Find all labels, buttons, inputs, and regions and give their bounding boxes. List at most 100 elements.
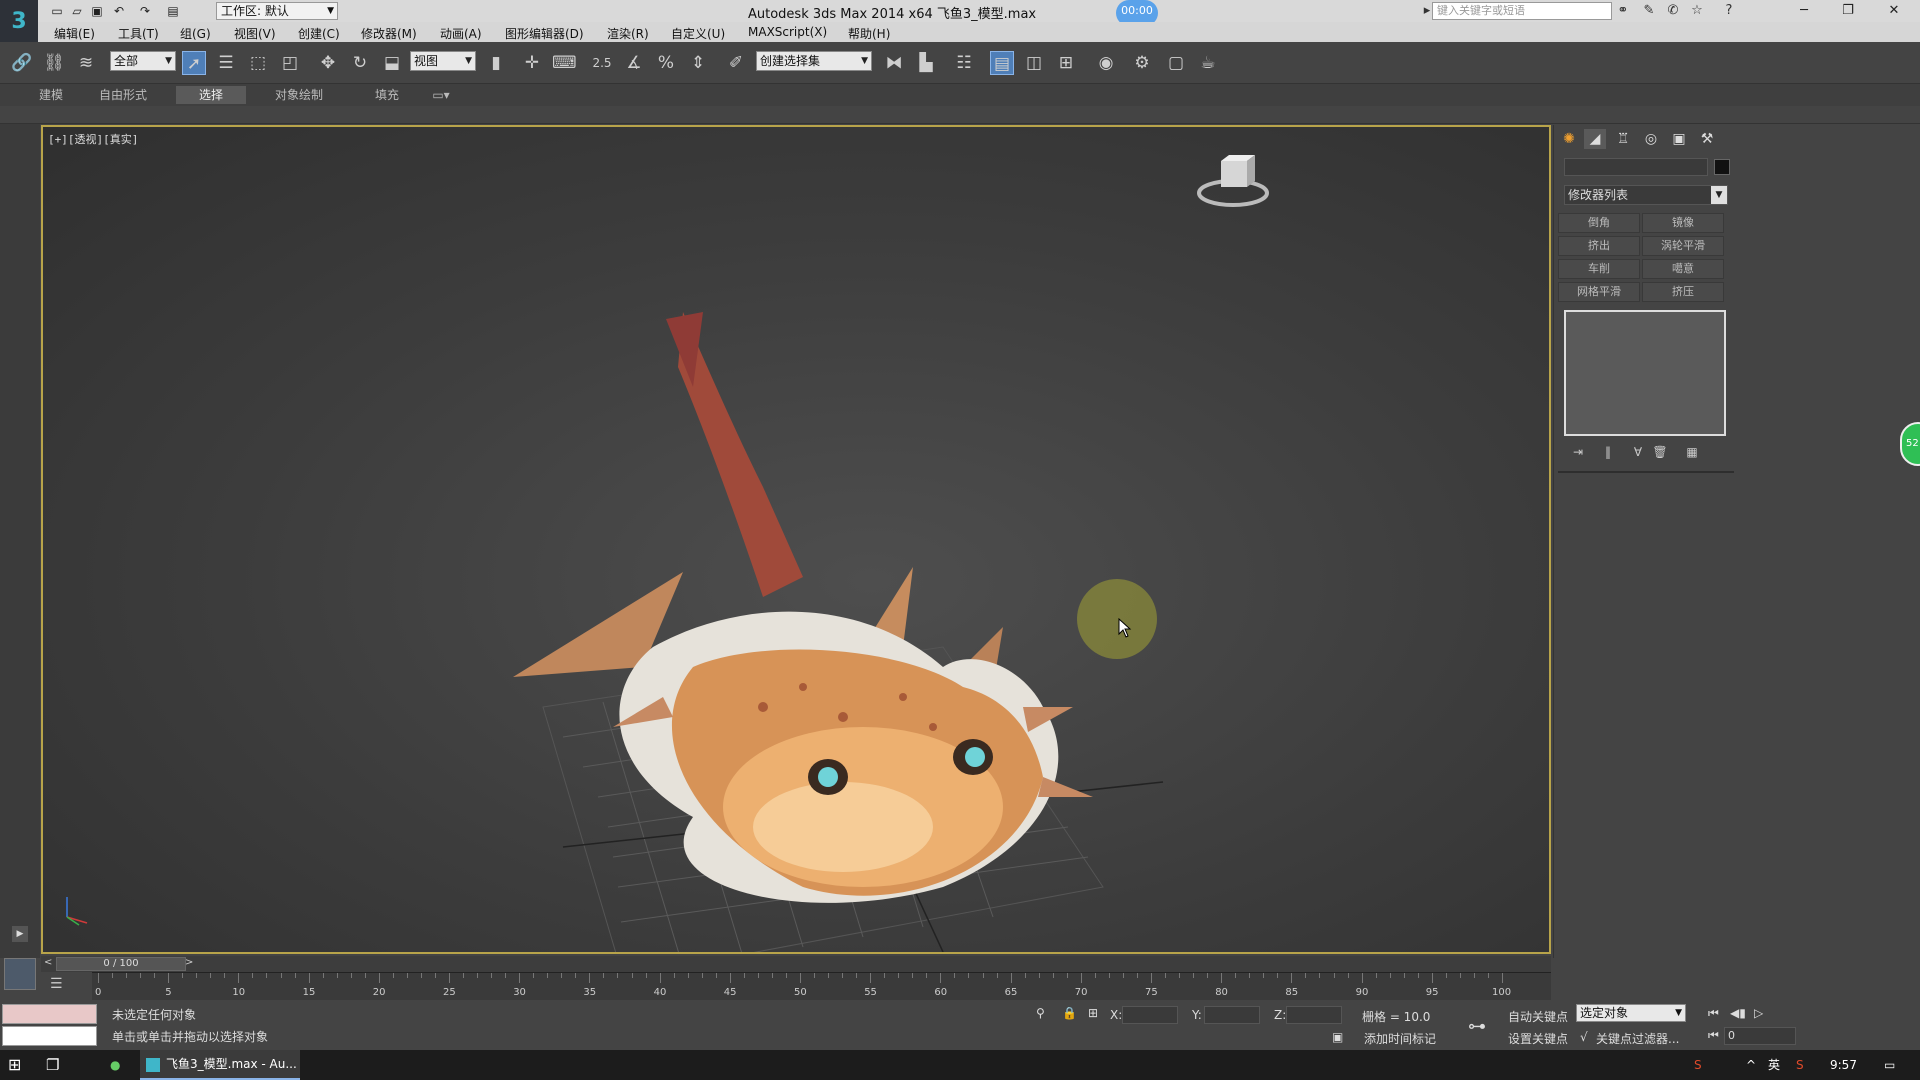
snaps-toggle-icon[interactable]: 2.5: [590, 51, 614, 75]
render-production-icon[interactable]: ☕: [1196, 51, 1220, 75]
perspective-viewport[interactable]: [+][透视][真实]: [41, 125, 1551, 954]
play-icon[interactable]: ▷: [1754, 1006, 1763, 1020]
absolute-mode-icon[interactable]: ⊞: [1088, 1006, 1098, 1020]
z-coordinate-field[interactable]: [1286, 1006, 1342, 1024]
y-coordinate-field[interactable]: [1204, 1006, 1260, 1024]
tab-object-paint[interactable]: 对象绘制: [264, 86, 334, 104]
time-tag-icon[interactable]: ▣: [1332, 1030, 1343, 1044]
show-hidden-icons[interactable]: ^: [1746, 1054, 1756, 1076]
minimize-button[interactable]: ─: [1782, 0, 1826, 22]
rendered-frame-window-icon[interactable]: ▢: [1164, 51, 1188, 75]
object-color-swatch[interactable]: [1714, 159, 1730, 175]
motion-tab-icon[interactable]: ◎: [1640, 129, 1662, 149]
schematic-view-icon[interactable]: ⊞: [1054, 51, 1078, 75]
menu-edit[interactable]: 编辑(E): [54, 25, 95, 42]
named-selection-dropdown[interactable]: 创建选择集 ▼: [756, 51, 872, 71]
time-slider-prev[interactable]: <: [44, 957, 52, 968]
new-file-icon[interactable]: ▭: [48, 2, 66, 20]
menu-modifiers[interactable]: 修改器(M): [361, 25, 417, 42]
modifier-button[interactable]: 挤出: [1558, 236, 1640, 256]
go-to-start-icon[interactable]: ⏮: [1708, 1006, 1719, 1021]
modifier-button[interactable]: 噶意: [1642, 259, 1724, 279]
save-icon[interactable]: ▣: [88, 2, 106, 20]
scene-explorer-icon[interactable]: ▤: [990, 51, 1014, 75]
curve-editor-icon[interactable]: ◫: [1022, 51, 1046, 75]
key-mode-icon[interactable]: ⏮: [1708, 1028, 1719, 1043]
mirror-icon[interactable]: ⧓: [882, 51, 906, 75]
tab-freeform[interactable]: 自由形式: [90, 86, 156, 104]
search-input[interactable]: 键入关键字或短语: [1432, 2, 1612, 20]
utilities-tab-icon[interactable]: ⚒: [1696, 129, 1718, 149]
mini-curve-editor-toggle[interactable]: [4, 958, 36, 990]
chat-app-icon[interactable]: ●: [110, 1054, 120, 1076]
make-unique-icon[interactable]: ∀: [1628, 445, 1648, 463]
favorites-star-icon[interactable]: ☆: [1688, 2, 1706, 20]
windows-start-icon[interactable]: ⊞: [8, 1054, 21, 1076]
configure-modifier-sets-icon[interactable]: ▦: [1682, 445, 1702, 463]
menu-views[interactable]: 视图(V): [234, 25, 276, 42]
binoculars-icon[interactable]: ⚭: [1614, 2, 1632, 20]
time-slider-thumb[interactable]: 0 / 100: [56, 957, 186, 971]
remove-modifier-icon[interactable]: 🗑: [1650, 445, 1670, 463]
redo-icon[interactable]: ↷: [136, 2, 154, 20]
render-setup-icon[interactable]: ⚙: [1130, 51, 1154, 75]
menu-maxscript[interactable]: MAXScript(X): [748, 25, 827, 39]
window-crossing-icon[interactable]: ◰: [278, 51, 302, 75]
key-filters-button[interactable]: 关键点过滤器...: [1596, 1030, 1679, 1047]
set-key-icon[interactable]: ⊶: [1468, 1016, 1486, 1037]
show-end-result-icon[interactable]: ‖: [1598, 445, 1618, 463]
spinner-snap-icon[interactable]: ⇕: [686, 51, 710, 75]
track-bar-menu-icon[interactable]: ☰: [50, 976, 72, 994]
isolate-icon[interactable]: ⚲: [1036, 1006, 1045, 1020]
language-indicator[interactable]: 英: [1768, 1054, 1780, 1076]
create-tab-icon[interactable]: ✺: [1558, 129, 1580, 149]
help-icon[interactable]: ?: [1720, 2, 1738, 20]
align-icon[interactable]: ▙: [914, 51, 938, 75]
menu-tools[interactable]: 工具(T): [118, 25, 159, 42]
workspace-dropdown[interactable]: 工作区: 默认 ▼: [216, 2, 338, 20]
time-slider-next[interactable]: >: [185, 957, 193, 968]
tab-selection[interactable]: 选择: [176, 86, 246, 104]
project-folder-icon[interactable]: ▤: [164, 2, 182, 20]
select-move-icon[interactable]: ✥: [316, 51, 340, 75]
modifier-button[interactable]: 挤压: [1642, 282, 1724, 302]
selected-object-dropdown[interactable]: 选定对象 ▼: [1576, 1004, 1686, 1022]
select-link-icon[interactable]: 🔗: [10, 51, 34, 75]
menu-animation[interactable]: 动画(A): [440, 25, 482, 42]
selection-filter-dropdown[interactable]: 全部 ▼: [110, 51, 176, 71]
notification-center-icon[interactable]: ▭: [1884, 1054, 1895, 1076]
pin-stack-icon[interactable]: ⇥: [1568, 445, 1588, 463]
modifier-button[interactable]: 涡轮平滑: [1642, 236, 1724, 256]
object-name-field[interactable]: [1564, 158, 1708, 176]
percent-snap-icon[interactable]: %: [654, 51, 678, 75]
menu-customize[interactable]: 自定义(U): [671, 25, 725, 42]
unlink-icon[interactable]: ⛓: [42, 51, 66, 75]
current-frame-field[interactable]: 0: [1724, 1027, 1796, 1045]
clock[interactable]: 9:57: [1830, 1054, 1857, 1076]
ribbon-options-icon[interactable]: ▭▾: [428, 86, 454, 104]
sogou-input-icon[interactable]: S: [1694, 1054, 1702, 1076]
tab-populate[interactable]: 填充: [364, 86, 410, 104]
reference-coordinate-dropdown[interactable]: 视图 ▼: [410, 51, 476, 71]
select-manipulate-icon[interactable]: ✛: [520, 51, 544, 75]
taskbar-app-3dsmax[interactable]: 飞鱼3_模型.max - Au...: [140, 1050, 300, 1080]
keyboard-shortcut-override-icon[interactable]: ⌨: [552, 51, 577, 75]
edit-named-selection-icon[interactable]: ✐: [724, 51, 748, 75]
restore-button[interactable]: ❐: [1826, 0, 1870, 22]
close-button[interactable]: ✕: [1872, 0, 1916, 22]
set-key-button[interactable]: 设置关键点: [1508, 1030, 1568, 1047]
auto-key-button[interactable]: 自动关键点: [1508, 1008, 1568, 1025]
viewcube-icon[interactable]: [1193, 155, 1273, 215]
menu-help[interactable]: 帮助(H): [848, 25, 890, 42]
track-bar[interactable]: 0 5 10 15 20 25 30 35 40 45 50 55 60 65 70 75 80 85 90 95 10…: [92, 972, 1551, 1000]
time-slider[interactable]: < 0 / 100 >: [41, 956, 1551, 972]
angle-snap-icon[interactable]: ∡: [622, 51, 646, 75]
bind-space-warp-icon[interactable]: ≋: [74, 51, 98, 75]
menu-rendering[interactable]: 渲染(R): [607, 25, 649, 42]
app-logo-icon[interactable]: 3: [0, 0, 38, 42]
communication-icon[interactable]: ✆: [1664, 2, 1682, 20]
modifier-button[interactable]: 倒角: [1558, 213, 1640, 233]
select-scale-icon[interactable]: ⬓: [380, 51, 404, 75]
modifier-button[interactable]: 车削: [1558, 259, 1640, 279]
tab-modeling[interactable]: 建模: [28, 86, 74, 104]
